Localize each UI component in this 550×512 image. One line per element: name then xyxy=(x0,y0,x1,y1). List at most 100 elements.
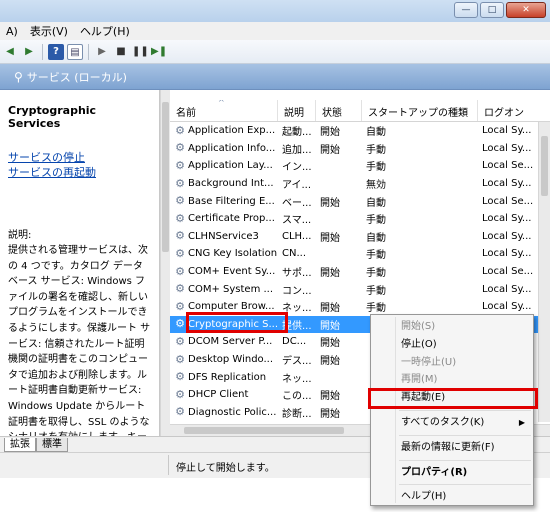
service-name: ⚙ DHCP Client xyxy=(175,388,249,401)
service-row[interactable]: ⚙ Certificate Prop... スマ... 手動 Local Sy... xyxy=(170,210,538,228)
play-icon[interactable]: ▶ xyxy=(94,44,110,60)
scope-title: サービス (ローカル) xyxy=(26,70,127,84)
menu-view[interactable]: 表示(V) xyxy=(24,23,74,39)
service-gear-icon: ⚙ xyxy=(175,177,185,190)
service-description: CN... xyxy=(282,248,306,260)
service-gear-icon: ⚙ xyxy=(175,212,185,225)
column-startup-type[interactable]: スタートアップの種類 xyxy=(362,100,478,121)
service-status: 開始 xyxy=(320,303,340,315)
pause-icon[interactable]: ❚❚ xyxy=(132,44,149,60)
service-row[interactable]: ⚙ Background Int... アイ... 無効 Local Sy... xyxy=(170,175,538,193)
close-button[interactable]: ✕ xyxy=(506,2,546,18)
restart-item-highlight xyxy=(368,388,538,409)
properties-icon[interactable]: ▤ xyxy=(67,43,83,60)
service-description: 起動... xyxy=(282,127,312,139)
column-logon[interactable]: ログオン xyxy=(478,100,538,121)
service-description: デス... xyxy=(282,356,312,368)
service-row[interactable]: ⚙ Application Info... 追加... 開始 手動 Local Sy... xyxy=(170,140,538,158)
restart-icon[interactable]: ▶❚ xyxy=(151,44,167,60)
column-status[interactable]: 状態 xyxy=(316,100,362,121)
stop-icon[interactable]: ■ xyxy=(113,44,129,60)
service-description: アイ... xyxy=(282,180,312,192)
sort-ascending-icon: ^ xyxy=(218,100,225,107)
service-row[interactable]: ⚙ Application Lay... イン... 手動 Local Se... xyxy=(170,157,538,175)
maximize-button[interactable]: □ xyxy=(480,2,504,18)
service-status: 開始 xyxy=(320,197,340,209)
column-name[interactable]: ^ 名前 xyxy=(170,100,278,121)
back-icon[interactable]: ▶ xyxy=(21,44,37,60)
service-description: ネッ... xyxy=(282,373,312,385)
service-name: ⚙ Application Lay... xyxy=(175,159,273,172)
menu-help[interactable]: ヘルプ(H) xyxy=(74,23,136,39)
tab-extended[interactable]: 拡張 xyxy=(4,438,36,452)
selected-service-highlight xyxy=(186,312,288,333)
menu-separator xyxy=(399,434,531,436)
toolbar-separator xyxy=(42,43,43,60)
window-title-bar: — □ ✕ xyxy=(0,0,550,22)
menu-separator xyxy=(399,409,531,411)
service-startup-type: 手動 xyxy=(366,285,386,297)
restart-service-link[interactable]: サービスの再起動 xyxy=(8,165,151,180)
service-row[interactable]: ⚙ CNG Key Isolation CN... 手動 Local Sy... xyxy=(170,245,538,263)
service-description: 診断... xyxy=(282,408,312,420)
service-row[interactable]: ⚙ Application Exp... 起動... 開始 自動 Local Sy... xyxy=(170,122,538,140)
description-text: 提供される管理サービスは、次の 4 つです。カタログ データベース サービス: … xyxy=(8,245,151,436)
scrollbar-thumb[interactable] xyxy=(184,427,344,434)
service-logon: Local Sy... xyxy=(482,248,532,260)
menu-item-all-tasks[interactable]: すべてのタスク(K) ▶ xyxy=(373,414,531,432)
menu-item-pause[interactable]: 一時停止(U) xyxy=(373,354,531,372)
service-gear-icon: ⚙ xyxy=(175,124,185,137)
menu-item-stop[interactable]: 停止(O) xyxy=(373,336,531,354)
service-startup-type: 自動 xyxy=(366,127,386,139)
service-startup-type: 手動 xyxy=(366,303,386,315)
service-gear-icon: ⚙ xyxy=(175,318,185,331)
service-name: ⚙ DCOM Server P... xyxy=(175,335,273,348)
service-name: ⚙ Desktop Windo... xyxy=(175,353,274,366)
service-description: 追加... xyxy=(282,144,312,156)
description-pane: Cryptographic Services サービスの停止 サービスの再起動 … xyxy=(0,90,160,436)
description-scrollbar[interactable] xyxy=(160,90,170,436)
service-status: 開始 xyxy=(320,356,340,368)
minimize-button[interactable]: — xyxy=(454,2,478,18)
help-icon[interactable]: ? xyxy=(48,43,64,60)
tab-standard[interactable]: 標準 xyxy=(36,438,68,452)
menu-item-resume[interactable]: 再開(M) xyxy=(373,371,531,389)
service-name: ⚙ COM+ Event Sy... xyxy=(175,265,276,278)
service-name: ⚙ Diagnostic Polic... xyxy=(175,406,277,419)
service-logon: Local Se... xyxy=(482,160,534,172)
service-row[interactable]: ⚙ COM+ Event Sy... サポ... 開始 手動 Local Se... xyxy=(170,263,538,281)
service-gear-icon: ⚙ xyxy=(175,230,185,243)
scrollbar-thumb[interactable] xyxy=(162,102,169,252)
menu-item-refresh[interactable]: 最新の情報に更新(F) xyxy=(373,439,531,457)
service-logon: Local Sy... xyxy=(482,125,532,137)
list-vertical-scrollbar[interactable] xyxy=(538,122,550,422)
service-row[interactable]: ⚙ CLHNService3 CLH... 開始 自動 Local Sy... xyxy=(170,228,538,246)
status-text: 停止して開始します。 xyxy=(176,463,275,474)
service-name: ⚙ CLHNService3 xyxy=(175,230,259,243)
service-startup-type: 手動 xyxy=(366,162,386,174)
service-logon: Local Sy... xyxy=(482,213,532,225)
service-gear-icon: ⚙ xyxy=(175,195,185,208)
service-startup-type: 自動 xyxy=(366,232,386,244)
service-row[interactable]: ⚙ COM+ System ... コン... 手動 Local Sy... xyxy=(170,280,538,298)
scrollbar-thumb[interactable] xyxy=(541,136,548,196)
menu-item-properties[interactable]: プロパティ(R) xyxy=(373,464,531,482)
description-label: 説明: xyxy=(8,230,32,241)
service-logon: Local Sy... xyxy=(482,230,532,242)
service-logon: Local Sy... xyxy=(482,283,532,295)
column-description[interactable]: 説明 xyxy=(278,100,316,121)
service-gear-icon: ⚙ xyxy=(175,159,185,172)
stop-service-link[interactable]: サービスの停止 xyxy=(8,150,151,165)
submenu-arrow-icon: ▶ xyxy=(518,417,525,427)
menu-action[interactable]: A) xyxy=(0,25,24,38)
service-gear-icon: ⚙ xyxy=(175,371,185,384)
forward-icon[interactable]: ◀ xyxy=(2,44,18,60)
service-logon: Local Sy... xyxy=(482,142,532,154)
service-name: ⚙ Computer Brow... xyxy=(175,300,275,313)
menu-bar: A) 表示(V) ヘルプ(H) xyxy=(0,22,550,40)
service-row[interactable]: ⚙ Base Filtering E... ベー... 開始 自動 Local Se... xyxy=(170,192,538,210)
service-gear-icon: ⚙ xyxy=(175,265,185,278)
service-logon: Local Sy... xyxy=(482,178,532,190)
menu-item-help[interactable]: ヘルプ(H) xyxy=(373,488,531,506)
menu-item-start[interactable]: 開始(S) xyxy=(373,318,531,336)
